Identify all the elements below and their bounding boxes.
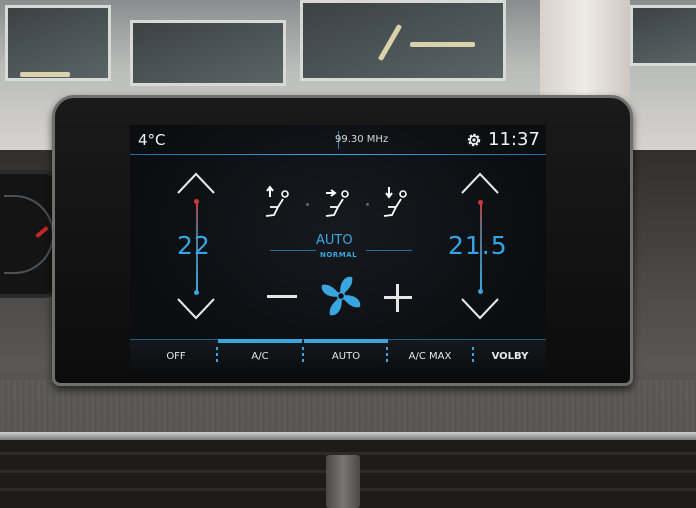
button-separator [386,347,388,365]
left-temp-cold-dot [194,290,199,295]
auto-active-indicator [304,339,388,343]
radio-frequency: 99.30 MHz [335,134,389,145]
button-separator [472,347,474,365]
outside-temperature: 4°C [138,131,166,149]
climate-mode-level: NORMAL [320,251,358,259]
seat-airflow-feet-icon[interactable] [380,185,410,219]
ac-active-indicator [218,339,302,343]
right-temp-up-arrow-icon[interactable] [460,171,500,195]
off-button[interactable]: OFF [148,351,204,362]
fan-decrease-button[interactable] [267,295,297,298]
seat-airflow-face-icon[interactable] [262,185,292,219]
left-temperature: 22 [177,231,211,260]
fan-icon [321,276,361,316]
auto-button[interactable]: AUTO [316,351,376,362]
status-divider [130,154,546,155]
left-temp-down-arrow-icon[interactable] [176,297,216,321]
ceiling-light [410,42,475,47]
right-temp-hot-dot [478,200,483,205]
right-temperature: 21.5 [448,231,508,260]
right-temp-down-arrow-icon[interactable] [460,297,500,321]
gear-icon[interactable] [466,132,482,148]
volby-button[interactable]: VOLBY [480,351,540,362]
dot-separator [366,203,369,206]
ac-button[interactable]: A/C [232,351,288,362]
climate-mode: AUTO [316,233,353,248]
mode-line-right [366,250,412,251]
chrome-trim [0,432,696,440]
right-temp-cold-dot [478,289,483,294]
climate-screen: 4°C 99.30 MHz 11:37 22 21.5 AUTO NORMAL … [130,125,546,375]
mode-line-left [270,250,316,251]
status-bar: 4°C 99.30 MHz 11:37 [130,125,546,155]
button-separator [216,347,218,365]
plus-vertical [396,284,399,312]
dot-separator [306,203,309,206]
seat-airflow-body-icon[interactable] [322,185,352,219]
window-pane [630,5,696,66]
left-temp-hot-dot [194,199,199,204]
left-temp-up-arrow-icon[interactable] [176,171,216,195]
window-pane [130,20,286,86]
vent-knob [326,455,360,508]
ceiling-light [20,72,70,77]
button-separator [302,347,304,365]
window-pane [300,0,506,81]
window-pane [5,5,111,81]
clock: 11:37 [488,129,540,150]
ac-max-button[interactable]: A/C MAX [396,351,464,362]
dashboard-texture [0,380,696,435]
